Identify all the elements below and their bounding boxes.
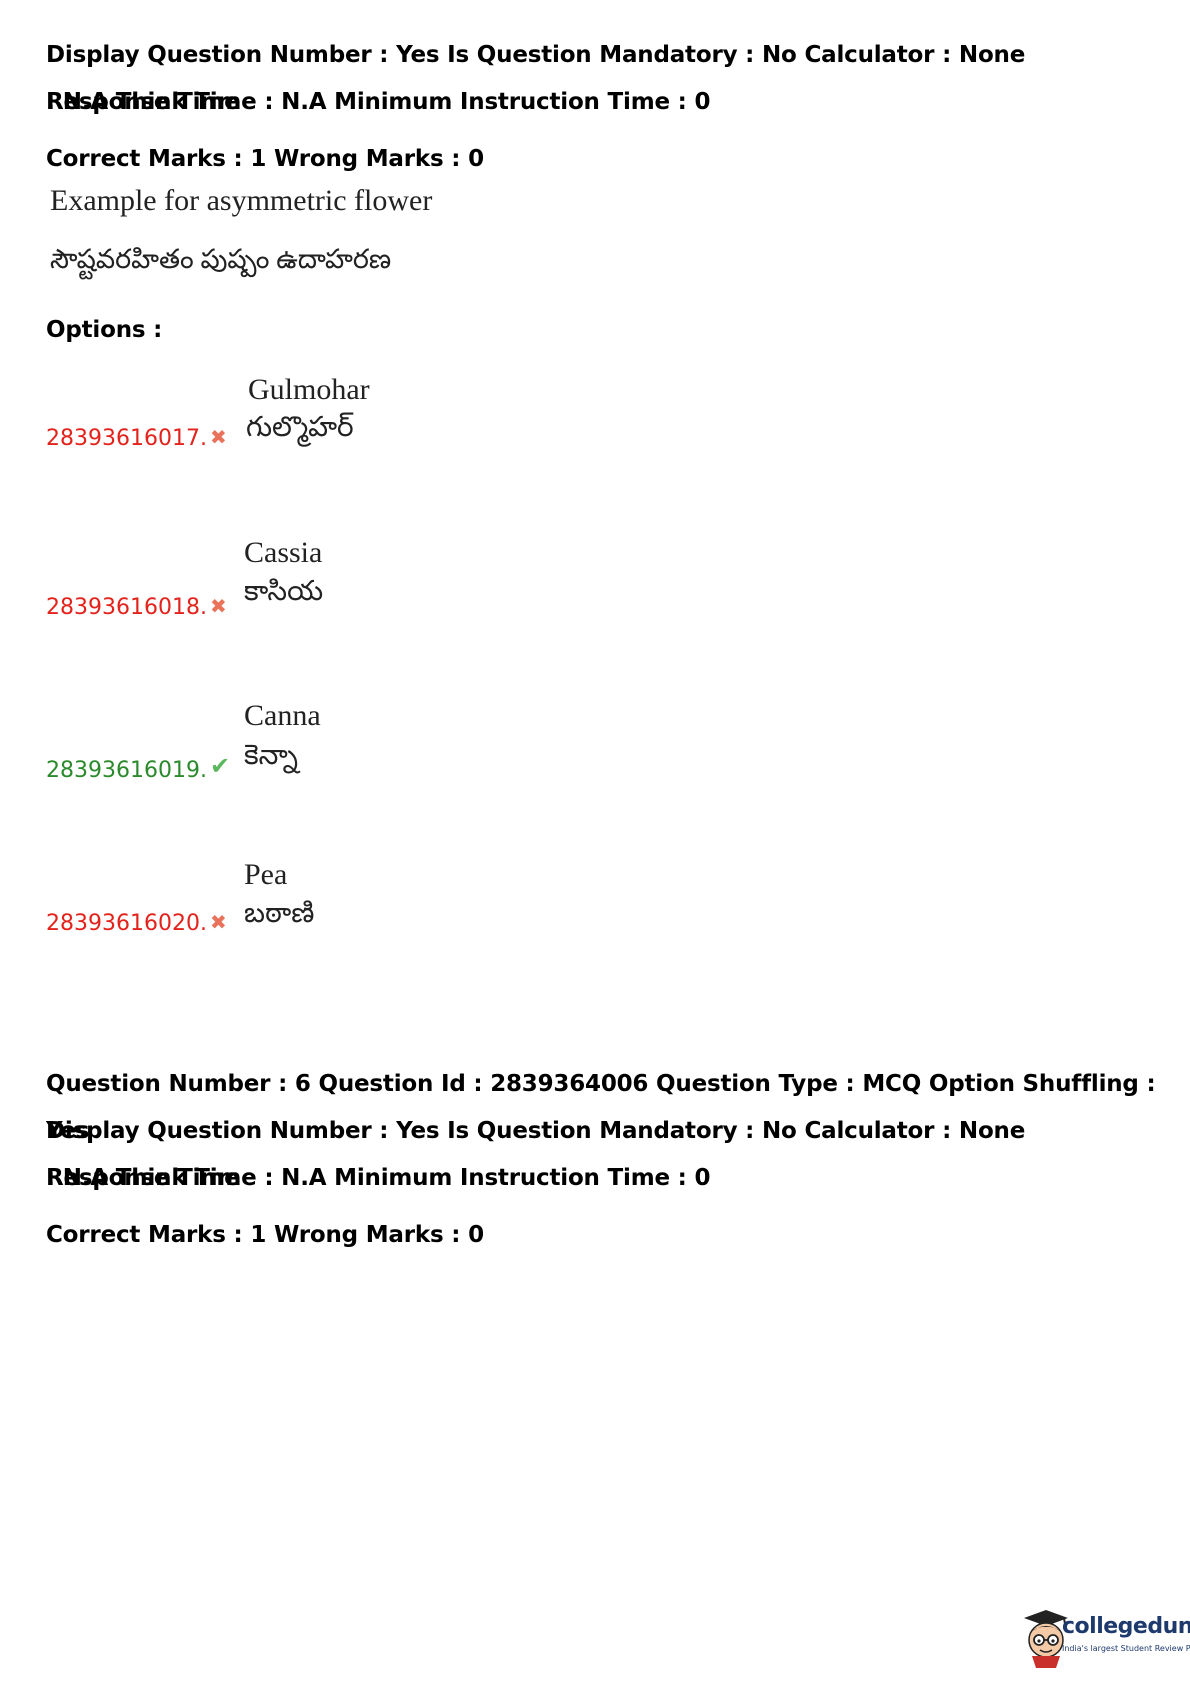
option-text-english: Pea bbox=[244, 858, 288, 891]
next-question-meta-line-3: : N.A Think Time : N.A Minimum Instructi… bbox=[46, 1165, 711, 1191]
option-text-telugu: బఠాణి bbox=[244, 898, 315, 929]
logo-name: collegedunia bbox=[1062, 1614, 1190, 1639]
option-id: 28393616018. bbox=[46, 595, 207, 620]
next-question-marks: Correct Marks : 1 Wrong Marks : 0 bbox=[46, 1222, 484, 1248]
option-text-english: Canna bbox=[244, 699, 321, 732]
question-marks: Correct Marks : 1 Wrong Marks : 0 bbox=[46, 146, 484, 172]
cross-icon: ✖ bbox=[210, 912, 227, 934]
question-text-english: Example for asymmetric flower bbox=[50, 184, 433, 217]
option-text-telugu: కెన్నా bbox=[244, 740, 298, 771]
option-text-telugu: కాసియ bbox=[244, 576, 324, 607]
logo-tagline: India's largest Student Review Platform bbox=[1062, 1644, 1190, 1653]
option-text-english: Cassia bbox=[244, 536, 323, 569]
question-text-telugu: సౌష్టవరహితం పుష్పం ఉదాహరణ bbox=[50, 244, 392, 274]
option-id: 28393616020. bbox=[46, 911, 207, 936]
cross-icon: ✖ bbox=[210, 596, 227, 618]
question-meta-line-2: : N.A Think Time : N.A Minimum Instructi… bbox=[46, 89, 711, 115]
check-icon: ✔ bbox=[210, 754, 231, 780]
option-text-english: Gulmohar bbox=[248, 373, 370, 406]
cross-icon: ✖ bbox=[210, 427, 227, 449]
option-id: 28393616019. bbox=[46, 758, 207, 783]
options-label: Options : bbox=[46, 317, 163, 343]
option-text-telugu: గుల్మొహర్ bbox=[246, 412, 354, 443]
option-id: 28393616017. bbox=[46, 426, 207, 451]
